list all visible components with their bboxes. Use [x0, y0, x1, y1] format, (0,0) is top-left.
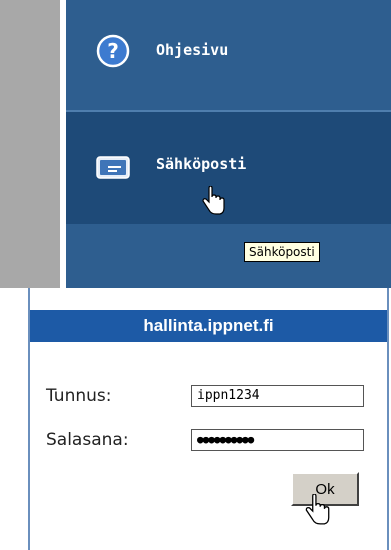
username-field[interactable]: ippn1234 [191, 385, 364, 407]
svg-text:?: ? [107, 39, 119, 63]
username-label: Tunnus: [46, 386, 112, 406]
password-label: Salasana: [46, 430, 129, 450]
nav-item-email-label: Sähköposti [156, 155, 247, 173]
help-question-icon: ? [96, 34, 130, 68]
side-gray-strip [0, 0, 60, 288]
tooltip: Sähköposti [244, 242, 320, 262]
nav-item-help-label: Ohjesivu [156, 41, 229, 59]
nav-item-email[interactable]: Sähköposti [66, 112, 391, 224]
hand-cursor-icon [202, 186, 225, 215]
password-field[interactable]: ●●●●●●●●●● [191, 429, 364, 451]
mail-envelope-icon [96, 156, 130, 179]
hand-cursor-icon [305, 494, 330, 525]
nav-divider [66, 110, 391, 112]
nav-item-help[interactable]: ? Ohjesivu [66, 0, 391, 110]
nav-panel: ? Ohjesivu Sähköposti [66, 0, 391, 288]
login-title: hallinta.ippnet.fi [30, 310, 387, 342]
